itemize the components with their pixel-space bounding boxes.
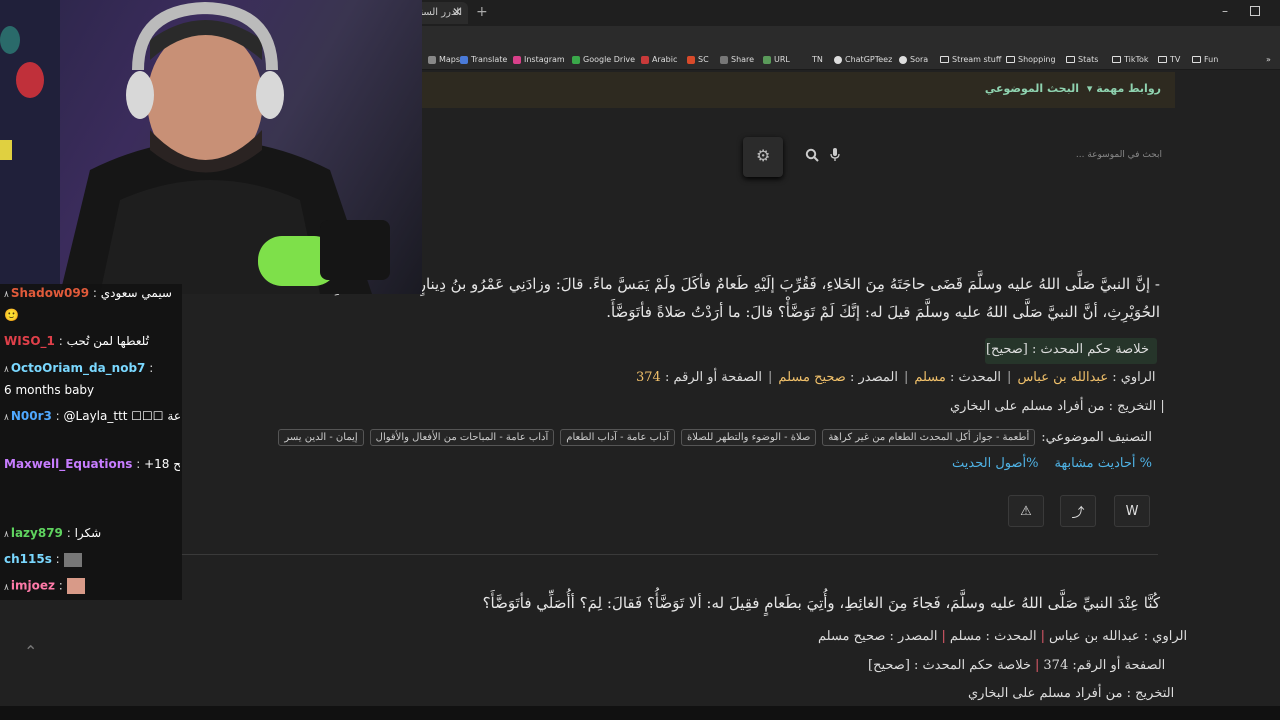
url-icon xyxy=(763,55,771,64)
share-icon: ⤴ xyxy=(1071,505,1085,521)
similar-hadiths-link[interactable]: % أحاديث مشابهة xyxy=(1055,456,1153,471)
microphone-icon[interactable] xyxy=(830,148,840,162)
sc-icon xyxy=(687,55,695,64)
screen: الدرر السنية ✕ + – Maps Translate Instag… xyxy=(0,0,1280,720)
translate-icon xyxy=(460,55,468,64)
bookmark-stats[interactable]: Stats xyxy=(1066,55,1098,64)
hadith-2-page: الصفحة أو الرقم: 374|خلاصة حكم المحدث : … xyxy=(868,658,1166,673)
tags-label: التصنيف الموضوعي: xyxy=(1041,430,1152,445)
tag[interactable]: آداب عامة - آداب الطعام xyxy=(560,429,676,446)
maximize-icon[interactable] xyxy=(1250,6,1260,16)
bookmark-chatgpteez[interactable]: ChatGPTeez xyxy=(834,55,892,64)
arabic-icon xyxy=(641,55,649,64)
sora-icon xyxy=(899,55,907,64)
bookmark-sc[interactable]: SC xyxy=(687,55,709,64)
bookmark-share[interactable]: Share xyxy=(720,55,754,64)
tag[interactable]: صلاة - الوضوء والتطهر للصلاة xyxy=(681,429,817,446)
bookmark-fun[interactable]: Fun xyxy=(1192,55,1218,64)
google-drive-icon xyxy=(572,55,580,64)
hadith-verdict: خلاصة حكم المحدث : [صحيح] xyxy=(985,338,1157,364)
hadith-origins-link[interactable]: %أصول الحديث xyxy=(952,456,1038,471)
bookmark-google-drive[interactable]: Google Drive xyxy=(572,55,635,64)
bookmark-maps[interactable]: Maps xyxy=(428,55,460,64)
chat-message: 🙂 xyxy=(4,308,19,322)
bookmark-url[interactable]: URL xyxy=(763,55,790,64)
new-tab-icon[interactable]: + xyxy=(476,4,488,20)
site-nav: روابط مهمة ▾ البحث الموضوعي xyxy=(420,72,1175,108)
search-icon[interactable] xyxy=(805,148,819,162)
bookmark-translate[interactable]: Translate xyxy=(460,55,507,64)
bookmark-instagram[interactable]: Instagram xyxy=(513,55,565,64)
minimize-icon[interactable]: – xyxy=(1222,4,1228,18)
tag[interactable]: إيمان - الدين يسر xyxy=(278,429,364,446)
tag[interactable]: آداب عامة - المباحات من الأفعال والأقوال xyxy=(369,429,555,446)
warning-icon: ⚠ xyxy=(1020,503,1032,519)
chat-message: ٨ Shadow099 : سيمي سعودي xyxy=(4,286,172,300)
share-icon xyxy=(720,55,728,64)
topic-tags: التصنيف الموضوعي: أطعمة - جواز أكل المحد… xyxy=(250,429,1152,446)
gear-icon[interactable]: ⚙ xyxy=(756,146,770,165)
scroll-top-icon[interactable]: ⌃ xyxy=(24,642,37,661)
bookmark-tv[interactable]: TV xyxy=(1158,55,1180,64)
nav-topic-search[interactable]: البحث الموضوعي xyxy=(985,82,1079,95)
chat-message: ٨ lazy879 : شكرا xyxy=(4,526,102,540)
hadith-links: % أحاديث مشابهة %أصول الحديث xyxy=(930,456,1152,471)
bookmark-stream-stuff[interactable]: Stream stuff xyxy=(940,55,1001,64)
chat-message: ٨N00r3 : @Layla_ttt ☐☐☐ وبنر بضاعة ☐☐☐ xyxy=(4,409,180,423)
stream-chat: ٨ Shadow099 : سيمي سعودي 🙂 WISO_1 : تُلعط… xyxy=(0,284,182,600)
taskbar xyxy=(0,706,1280,720)
bookmark-shopping[interactable]: Shopping xyxy=(1006,55,1056,64)
folder-icon xyxy=(1006,56,1015,63)
emote-icon xyxy=(66,578,85,594)
share-button[interactable]: ⤴ xyxy=(1060,495,1096,527)
nav-important-links[interactable]: روابط مهمة ▾ xyxy=(1087,82,1161,95)
hadith-takhrij: | التخريج : من أفراد مسلم على البخاري xyxy=(950,399,1165,414)
report-button[interactable]: ⚠ xyxy=(1008,495,1044,527)
hadith-2-takhrij: التخريج : من أفراد مسلم على البخاري xyxy=(968,686,1175,701)
chat-message-cont: 6 months baby xyxy=(4,383,95,397)
chat-message: Maxwell_Equations : +18 بحسب شو أكل؟ ممك… xyxy=(4,457,180,471)
folder-icon xyxy=(940,56,949,63)
hadith-2-meta: الراوي : عبدالله بن عباس|المحدث : مسلم|ا… xyxy=(818,629,1188,644)
tag[interactable]: أطعمة - جواز أكل المحدث الطعام من غير كر… xyxy=(822,429,1036,446)
webcam-overlay xyxy=(0,0,422,294)
chat-message: ch115s : xyxy=(4,552,180,567)
folder-icon xyxy=(1158,56,1167,63)
source-link[interactable]: صحيح مسلم xyxy=(778,370,845,385)
folder-icon xyxy=(1066,56,1075,63)
bookmark-sora[interactable]: Sora xyxy=(899,55,928,64)
chat-message: WISO_1 : تُلعطها لمن تُحب xyxy=(4,334,149,348)
folder-icon xyxy=(1112,56,1121,63)
chatgpt-icon xyxy=(834,55,842,64)
tab-close-icon[interactable]: ✕ xyxy=(452,5,462,19)
bookmark-arabic[interactable]: Arabic xyxy=(641,55,677,64)
more-bookmarks-icon[interactable]: » xyxy=(1266,55,1271,64)
maps-icon xyxy=(428,55,436,64)
word-export-button[interactable]: W xyxy=(1114,495,1150,527)
divider xyxy=(180,554,1158,555)
hadith-meta: الراوي : عبدالله بن عباس|المحدث : مسلم|ا… xyxy=(636,370,1156,385)
folder-icon xyxy=(1192,56,1201,63)
emote-icon xyxy=(63,552,82,567)
bookmark-tiktok[interactable]: TikTok xyxy=(1112,55,1149,64)
chat-message: ٨ imjoez : xyxy=(4,578,180,594)
page-number: 374 xyxy=(636,370,661,385)
search-input[interactable]: ابحث في الموسوعة ... xyxy=(1060,150,1162,160)
streamer-image xyxy=(0,0,390,294)
narrator-link[interactable]: عبدالله بن عباس xyxy=(1017,370,1108,385)
bookmark-tn[interactable]: TN xyxy=(812,55,823,64)
word-icon: W xyxy=(1125,503,1139,519)
chat-message: ٨ OctoOriam_da_nob7 : xyxy=(4,361,154,375)
hadith-2-text: كُنَّا عِنْدَ النبيِّ صَلَّى اللهُ عليه … xyxy=(482,594,1160,612)
instagram-icon xyxy=(513,55,521,64)
muhaddith-link[interactable]: مسلم xyxy=(914,370,946,385)
